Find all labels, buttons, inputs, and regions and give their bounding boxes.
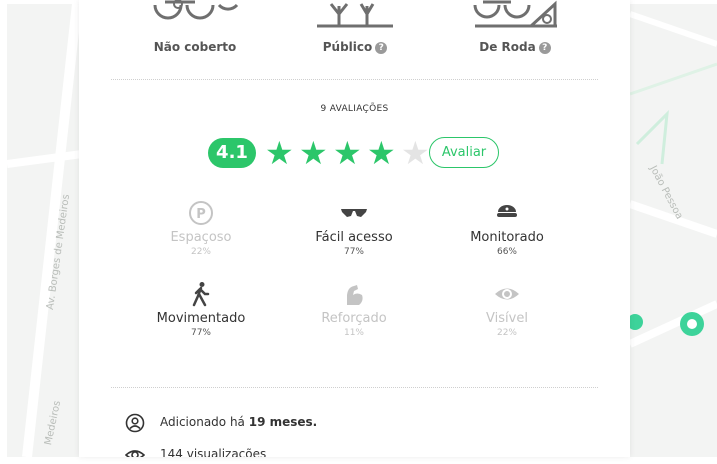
star-filled-icon: ★: [265, 134, 294, 172]
attribute-visible: Visível 22%: [447, 281, 567, 338]
attribute-percent: 66%: [496, 247, 517, 257]
sunglasses-icon: [341, 209, 367, 217]
attribute-busy: Movimentado 77%: [141, 281, 261, 338]
guard-cap-icon: [497, 205, 517, 217]
attribute-percent: 22%: [190, 247, 211, 257]
star-filled-icon: ★: [299, 134, 328, 172]
star-filled-icon: ★: [333, 134, 362, 172]
type-uncovered[interactable]: Não coberto: [115, 0, 275, 55]
attribute-name: Monitorado: [470, 230, 544, 245]
help-icon[interactable]: ?: [375, 41, 388, 54]
attribute-spacious: P Espaçoso 22%: [141, 200, 261, 257]
parking-icon: P: [189, 201, 213, 225]
attribute-percent: 22%: [496, 328, 517, 338]
walking-person-icon: [192, 282, 210, 307]
place-types: Não coberto Público? De Roda?: [79, 0, 630, 60]
help-icon[interactable]: ?: [538, 41, 551, 54]
reviews-count: 9 AVALIAÇÕES: [320, 104, 389, 114]
attribute-name: Reforçado: [321, 311, 387, 326]
added-duration: 19 meses.: [248, 415, 318, 429]
views-count: 144 visualizações: [160, 447, 267, 457]
attribute-name: Fácil acesso: [315, 230, 393, 245]
type-label: Público?: [323, 40, 388, 54]
place-detail-card: Não coberto Público? De Roda? 9 AVALIAÇÕ…: [79, 0, 630, 457]
type-label: Não coberto: [153, 40, 237, 54]
strong-arm-icon: [347, 285, 363, 305]
attribute-monitored: Monitorado 66%: [447, 200, 567, 257]
public-tree-icon: [317, 3, 393, 28]
svg-text:P: P: [196, 207, 206, 222]
eye-icon: [495, 288, 519, 300]
star-filled-icon: ★: [367, 134, 396, 172]
attribute-name: Movimentado: [156, 311, 246, 326]
user-icon: [125, 413, 145, 433]
wheel-rack-icon: [473, 0, 557, 28]
attribute-percent: 77%: [190, 328, 211, 338]
type-wheel[interactable]: De Roda?: [435, 0, 595, 55]
added-prefix: Adicionado há: [160, 415, 249, 429]
attribute-easy-access: Fácil acesso 77%: [294, 200, 414, 257]
type-public[interactable]: Público?: [275, 0, 435, 55]
divider: [111, 79, 598, 80]
attribute-percent: 77%: [343, 247, 364, 257]
bike-rack-open-icon: [153, 0, 239, 20]
rate-button[interactable]: Avaliar: [429, 137, 499, 168]
attribute-percent: 11%: [343, 328, 364, 338]
attribute-reinforced: Reforçado 11%: [294, 281, 414, 338]
attribute-name: Espaçoso: [170, 230, 232, 245]
rating-average-badge: 4.1: [208, 138, 256, 168]
divider: [111, 387, 598, 388]
attribute-name: Visível: [486, 311, 528, 326]
eye-outline-icon: [125, 450, 145, 457]
type-label: De Roda?: [479, 40, 551, 54]
star-empty-icon: ★: [401, 134, 430, 172]
